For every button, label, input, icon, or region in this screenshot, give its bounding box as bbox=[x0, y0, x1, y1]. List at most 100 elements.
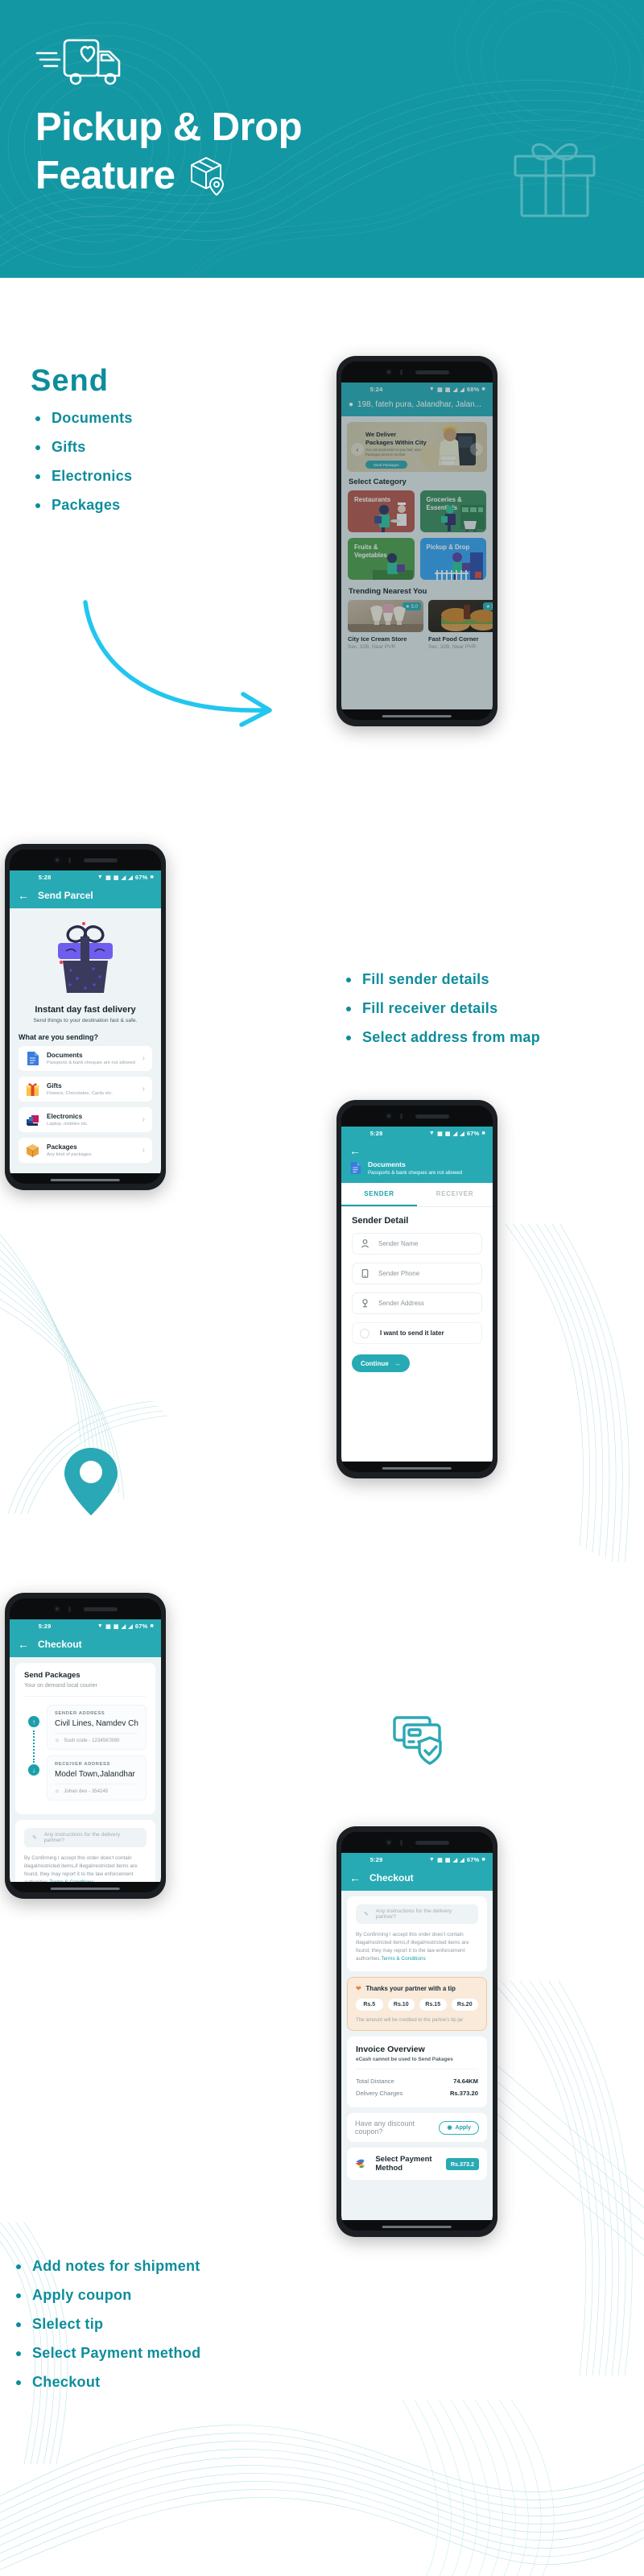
camera-icon bbox=[53, 1606, 60, 1612]
wifi-icon: ▼ bbox=[97, 875, 104, 880]
wifi-icon: ▼ bbox=[428, 1857, 436, 1863]
data2-icon: ▦ bbox=[444, 387, 451, 393]
gift-box-illustration bbox=[58, 922, 113, 993]
send-item-list: Documents Gifts Electronics Packages bbox=[31, 410, 288, 514]
instructions-input[interactable]: ✎ Any instructions for the delivery part… bbox=[24, 1828, 147, 1847]
terms-link[interactable]: Terms & Conditions bbox=[381, 1956, 425, 1962]
status-time: 5:29 bbox=[38, 1623, 52, 1630]
legal-text: By Confirming I accept this order does't… bbox=[356, 1932, 469, 1962]
trending-sub: Sec. 32B, Near PVR bbox=[348, 644, 396, 650]
order-sub: Your on demand local courier bbox=[24, 1683, 97, 1689]
tab-receiver[interactable]: RECEIVER bbox=[417, 1183, 493, 1206]
payment-method-row[interactable]: Select Payment Method Rs.373.2 bbox=[347, 2148, 487, 2180]
heart-icon: ❤ bbox=[356, 1985, 361, 1992]
tip-option[interactable]: Rs.15 bbox=[419, 1999, 447, 2011]
banner-next-button[interactable]: › bbox=[470, 443, 483, 456]
banner-cta-button[interactable]: Send Packages bbox=[365, 461, 407, 469]
dropoff-marker-icon: ↓ bbox=[28, 1764, 39, 1776]
battery-icon: ■ bbox=[150, 1623, 154, 1629]
category-restaurants[interactable]: Restaurants bbox=[348, 490, 415, 532]
middle-bullet: Select address from map bbox=[341, 1029, 615, 1046]
data-icon: ▦ bbox=[437, 1857, 443, 1863]
send-section: Send Documents Gifts Electronics Package… bbox=[31, 364, 288, 526]
signal-icon: ◢ bbox=[452, 1857, 458, 1863]
send-option-gifts[interactable]: Gifts Flowers, Chocolates, Cards etc. › bbox=[19, 1077, 152, 1102]
tip-title: Thanks your partner with a tip bbox=[365, 1985, 456, 1992]
status-bar: 5:28 ▼ ▦ ▦ ◢ ◢ 67% ■ bbox=[10, 870, 161, 884]
location-header[interactable]: ● 198, fateh pura, Jalandhar, Jalan... bbox=[341, 396, 493, 416]
wifi-icon: ▼ bbox=[97, 1623, 104, 1629]
hero-banner: Pickup & Drop Feature bbox=[0, 0, 644, 278]
camera-icon bbox=[385, 1839, 392, 1846]
tab-sender[interactable]: SENDER bbox=[341, 1183, 417, 1206]
send-later-row[interactable]: I want to send it later bbox=[352, 1322, 482, 1344]
battery-percent: 67% bbox=[466, 1856, 480, 1863]
back-arrow-icon[interactable]: ← bbox=[18, 1639, 29, 1650]
fruits-illustration bbox=[372, 553, 413, 580]
tip-option[interactable]: Rs.20 bbox=[451, 1999, 478, 2011]
sender-address-field[interactable]: Sender Address bbox=[352, 1292, 482, 1314]
continue-button[interactable]: Continue → bbox=[352, 1354, 410, 1372]
pickup-drop-illustration bbox=[435, 552, 483, 580]
payment-amount-badge: Rs.373.2 bbox=[445, 2157, 479, 2170]
tip-option[interactable]: Rs.10 bbox=[387, 1999, 415, 2011]
sending-question: What are you sending? bbox=[19, 1033, 99, 1041]
apply-coupon-button[interactable]: ◉ Apply bbox=[439, 2120, 479, 2135]
terms-link[interactable]: Terms & Conditions bbox=[49, 1879, 93, 1882]
home-indicator bbox=[50, 1179, 121, 1181]
trending-image: ★ 5.0 bbox=[428, 600, 493, 632]
bottom-bullet: Add notes for shipment bbox=[11, 2258, 317, 2275]
send-later-radio[interactable] bbox=[360, 1328, 369, 1338]
tip-option[interactable]: Rs.5 bbox=[356, 1999, 383, 2011]
parcel-location-icon bbox=[190, 157, 224, 196]
send-option-documents[interactable]: Documents Passports & bank cheques are n… bbox=[19, 1046, 152, 1071]
form-title: Sender Detail bbox=[352, 1216, 409, 1226]
header-title: Documents bbox=[368, 1160, 406, 1168]
order-title: Send Packages bbox=[24, 1671, 80, 1680]
middle-bullet: Fill sender details bbox=[341, 971, 615, 988]
bottom-bullet: Checkout bbox=[11, 2374, 317, 2391]
burger-illustration bbox=[441, 605, 493, 631]
instructions-card: ✎ Any instructions for the delivery part… bbox=[347, 1896, 487, 1971]
tip-options: Rs.5 Rs.10 Rs.15 Rs.20 bbox=[356, 1999, 478, 2011]
curved-arrow-icon bbox=[83, 600, 272, 727]
option-title: Documents bbox=[47, 1052, 83, 1059]
instructions-input[interactable]: ✎ Any instructions for the delivery part… bbox=[356, 1904, 478, 1924]
send-title: Send bbox=[31, 364, 109, 398]
status-time: 5:24 bbox=[369, 386, 383, 393]
option-title: Packages bbox=[47, 1143, 77, 1151]
trending-card[interactable]: ★ 5.0 Fast Food Corner Sec. 32B, Near PV… bbox=[428, 600, 493, 650]
order-summary-card: Send Packages Your on demand local couri… bbox=[15, 1663, 155, 1814]
promo-banner[interactable]: We Deliver Packages Within City You can … bbox=[347, 422, 487, 472]
home-indicator bbox=[50, 1888, 121, 1890]
trending-card[interactable]: ★ 5.0 City Ice Cream Store Sec. 32B, Nea… bbox=[348, 600, 423, 650]
sender-phone-field[interactable]: Sender Phone bbox=[352, 1263, 482, 1284]
send-option-packages[interactable]: Packages Any kind of packages. › bbox=[19, 1138, 152, 1163]
gift-box-icon bbox=[514, 143, 596, 217]
coupon-placeholder[interactable]: Have any discount coupon? bbox=[355, 2119, 439, 2136]
sender-address-card[interactable]: SENDER ADDRESS Civil Lines, Namdev Chown… bbox=[47, 1705, 147, 1750]
receiver-address-card[interactable]: RECEIVER ADDRESS Model Town,Jalandhar ☺ J… bbox=[47, 1755, 147, 1801]
app-bar-title: Send Parcel bbox=[38, 890, 93, 901]
send-option-electronics[interactable]: Electronics Laptop, mobiles etc. › bbox=[19, 1107, 152, 1132]
legal-text: By Confirming I accept this order does't… bbox=[24, 1854, 147, 1882]
sender-name-field[interactable]: Sender Name bbox=[352, 1233, 482, 1255]
signal-icon: ◢ bbox=[121, 875, 126, 881]
back-arrow-icon[interactable]: ← bbox=[349, 1145, 485, 1156]
bottom-bullet-list: Add notes for shipment Apply coupon Slel… bbox=[11, 2258, 317, 2403]
back-arrow-icon[interactable]: ← bbox=[349, 1872, 361, 1883]
back-arrow-icon[interactable]: ← bbox=[18, 890, 29, 901]
invoice-card: Invoice Overview eCash cannot be used to… bbox=[347, 2036, 487, 2107]
apply-label: Apply bbox=[455, 2124, 471, 2131]
chevron-right-icon: › bbox=[142, 1054, 145, 1063]
home-indicator bbox=[382, 1467, 452, 1470]
category-groceries[interactable]: Groceries & Essentials bbox=[419, 490, 486, 532]
bg-wave-right-2 bbox=[483, 1980, 644, 2375]
category-fruits[interactable]: Fruits & Vegetables bbox=[348, 538, 415, 580]
sender-meta: Sush code - 1234567890 bbox=[64, 1738, 120, 1743]
category-pickup-drop[interactable]: Pickup & Drop bbox=[419, 538, 486, 580]
banner-prev-button[interactable]: ‹ bbox=[351, 443, 364, 456]
invoice-label: Total Distance bbox=[356, 2078, 394, 2085]
sender-receiver-tabs: SENDER RECEIVER bbox=[341, 1183, 493, 1207]
app-bar: ← Checkout bbox=[341, 1867, 493, 1891]
